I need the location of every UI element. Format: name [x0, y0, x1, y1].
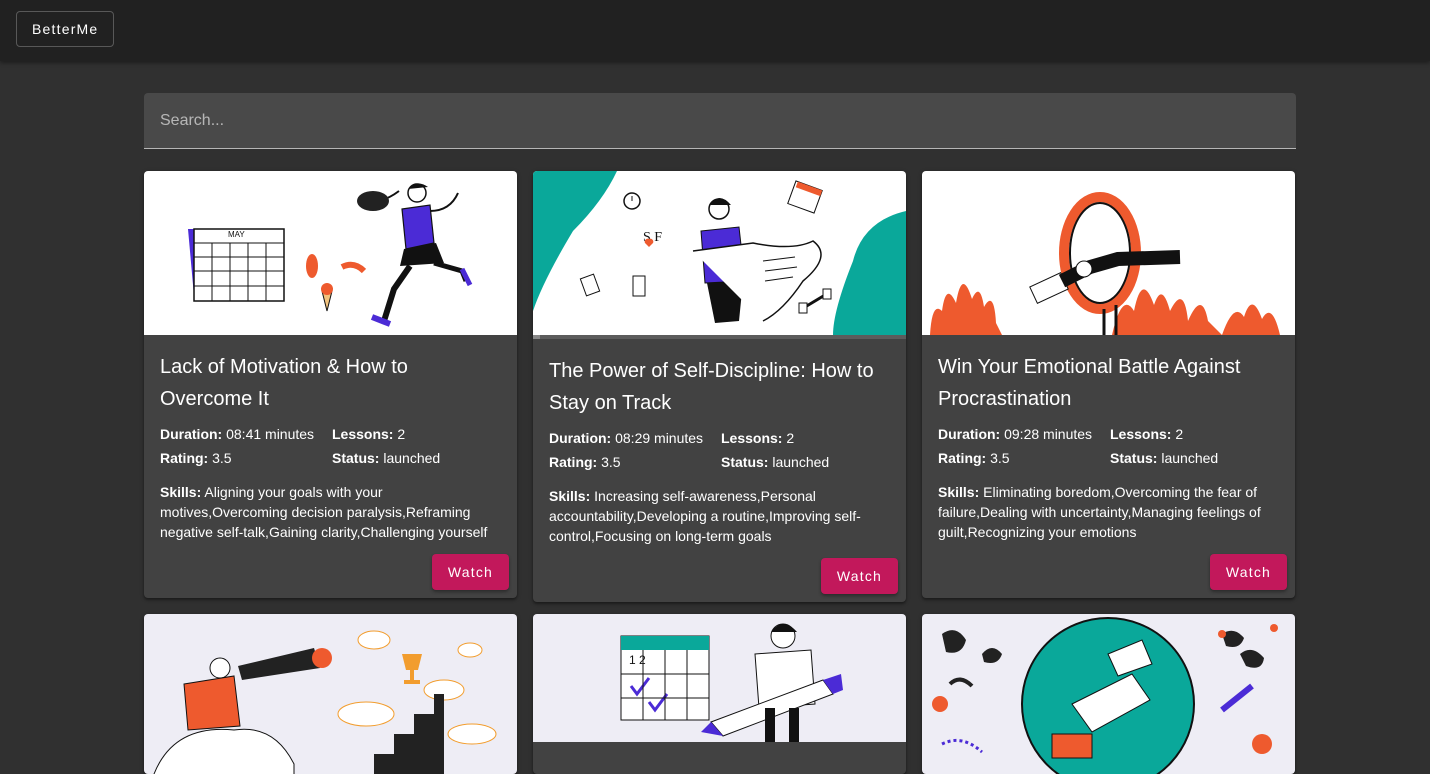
- course-card: Win Your Emotional Battle Against Procra…: [922, 171, 1295, 598]
- app-bar: BetterMe: [0, 0, 1430, 61]
- course-title: The Power of Self-Discipline: How to Sta…: [549, 360, 874, 414]
- brand-button[interactable]: BetterMe: [16, 11, 115, 47]
- skills-value: Aligning your goals with your motives,Ov…: [160, 484, 488, 540]
- rating-value: 3.5: [601, 453, 621, 470]
- duration-value: 09:28 minutes: [1004, 426, 1093, 442]
- watch-button[interactable]: Watch: [431, 554, 509, 590]
- course-illustration: 1 2: [533, 614, 906, 742]
- course-card: MAY Lack of Motivation & How to Overcome…: [144, 171, 517, 598]
- rating-label: Rating:: [549, 453, 598, 470]
- watch-button[interactable]: Watch: [820, 558, 898, 594]
- search-field[interactable]: [144, 93, 1296, 149]
- status-label: Status:: [1110, 449, 1158, 466]
- skills-label: Skills:: [549, 488, 591, 504]
- course-card: 1 2: [533, 614, 906, 774]
- duration-value: 08:29 minutes: [615, 430, 704, 446]
- calendar-icon: 1 2: [620, 635, 710, 721]
- watch-button[interactable]: Watch: [1209, 554, 1287, 590]
- duration-label: Duration:: [160, 426, 223, 442]
- duration-value: 08:41 minutes: [226, 426, 315, 442]
- skills-label: Skills:: [938, 484, 980, 500]
- calendar-icon: MAY: [188, 228, 285, 302]
- lessons-value: 2: [786, 430, 795, 446]
- course-illustration: MAY: [144, 171, 517, 335]
- falling-man-icon: [1021, 617, 1195, 774]
- lessons-label: Lessons:: [1110, 426, 1172, 442]
- duration-label: Duration:: [938, 426, 1001, 442]
- skills-label: Skills:: [160, 484, 202, 500]
- lessons-value: 2: [1175, 426, 1184, 442]
- course-illustration: S F: [533, 171, 906, 335]
- status-value: launched: [383, 449, 441, 466]
- rating-value: 3.5: [212, 449, 232, 466]
- course-illustration: [922, 614, 1295, 774]
- svg-text:MAY: MAY: [228, 230, 245, 239]
- search-input[interactable]: [144, 93, 1296, 148]
- rating-label: Rating:: [160, 449, 209, 466]
- lessons-value: 2: [397, 426, 406, 442]
- course-card: [144, 614, 517, 774]
- lessons-label: Lessons:: [332, 426, 394, 442]
- duration-label: Duration:: [549, 430, 612, 446]
- lessons-label: Lessons:: [721, 430, 783, 446]
- status-value: launched: [1161, 449, 1219, 466]
- course-title: Win Your Emotional Battle Against Procra…: [938, 356, 1241, 410]
- course-card: S F The Power of Self-Discipline: How to…: [533, 171, 906, 602]
- course-card: [922, 614, 1295, 774]
- rating-label: Rating:: [938, 449, 987, 466]
- rating-value: 3.5: [990, 449, 1010, 466]
- status-label: Status:: [721, 453, 769, 470]
- skills-value: Eliminating boredom,Overcoming the fear …: [938, 484, 1261, 540]
- status-value: launched: [772, 453, 830, 470]
- course-illustration: [144, 614, 517, 774]
- watch-progress-bar: [533, 335, 906, 339]
- watch-progress-fill: [533, 335, 541, 339]
- skills-value: Increasing self-awareness,Personal accou…: [549, 488, 861, 544]
- course-title: Lack of Motivation & How to Overcome It: [160, 356, 408, 410]
- course-illustration: [922, 171, 1295, 335]
- status-label: Status:: [332, 449, 380, 466]
